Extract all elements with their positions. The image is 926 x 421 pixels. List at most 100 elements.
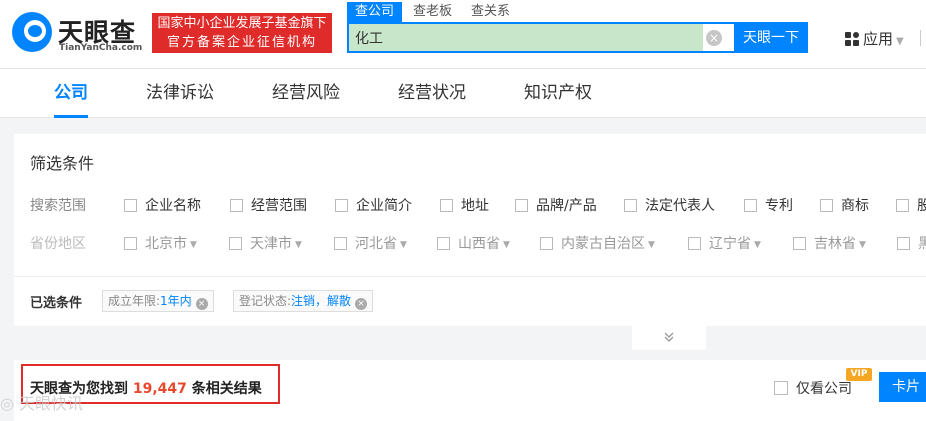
scope-option[interactable]: 专利 [744, 195, 793, 215]
chevron-down-icon: ▼ [896, 36, 904, 47]
tab-ip[interactable]: 知识产权 [524, 69, 592, 118]
checkbox[interactable] [774, 381, 788, 395]
region-option[interactable]: 山西省 ▼ [437, 233, 510, 253]
checkbox[interactable] [744, 199, 757, 212]
clear-icon[interactable]: × [706, 30, 722, 46]
scope-option-label: 股 [917, 198, 926, 214]
close-icon[interactable]: × [355, 298, 368, 310]
region-option[interactable]: 黑 [897, 233, 926, 253]
region-option[interactable]: 内蒙古自治区 ▼ [540, 233, 655, 253]
apps-label: 应用 [863, 30, 894, 48]
caret-down-icon: ▼ [503, 240, 510, 250]
tab-search-relation[interactable]: 查关系 [471, 2, 510, 22]
chip-key: 登记状态: [239, 294, 292, 308]
logo-subtext: TianYanCha.com [59, 43, 143, 53]
caret-down-icon: ▼ [190, 240, 197, 250]
scope-option-label: 企业简介 [356, 198, 412, 214]
scope-option[interactable]: 法定代表人 [624, 195, 715, 215]
checkbox[interactable] [793, 237, 806, 250]
checkbox[interactable] [124, 199, 137, 212]
checkbox[interactable] [896, 199, 909, 212]
checkbox[interactable] [124, 237, 137, 250]
chip-value: 1年内 [160, 294, 192, 308]
checkbox[interactable] [540, 237, 553, 250]
region-option[interactable]: 河北省 ▼ [334, 233, 407, 253]
scope-option[interactable]: 经营范围 [230, 195, 307, 215]
region-option-label: 内蒙古自治区 [561, 236, 645, 252]
checkbox[interactable] [688, 237, 701, 250]
scope-option-label: 品牌/产品 [536, 198, 597, 214]
region-option-label: 天津市 [250, 236, 292, 252]
only-company-label: 仅看公司 [796, 381, 852, 397]
card-view-button[interactable]: 卡片 [879, 372, 926, 402]
scope-option-label: 法定代表人 [645, 198, 715, 214]
only-company-toggle[interactable]: 仅看公司 [774, 378, 852, 398]
watermark-logo-icon: ◎ [0, 394, 20, 413]
scope-option[interactable]: 地址 [440, 195, 489, 215]
scope-option[interactable]: 股 [896, 195, 926, 215]
scope-label: 搜索范围 [30, 198, 86, 214]
caret-down-icon: ▼ [754, 240, 761, 250]
search-input[interactable] [349, 24, 703, 51]
caret-down-icon: ▼ [295, 240, 302, 250]
results-bar: 天眼查为您找到 19,447 条相关结果 仅看公司 VIP 卡片 [14, 360, 926, 421]
gov-badge-line2: 官方备案企业征信机构 [166, 35, 317, 50]
expand-filters-button[interactable] [632, 326, 706, 350]
region-option-label: 黑 [918, 236, 926, 252]
checkbox[interactable] [624, 199, 637, 212]
checkbox[interactable] [897, 237, 910, 250]
region-option-label: 山西省 [458, 236, 500, 252]
checkbox[interactable] [437, 237, 450, 250]
region-option-label: 北京市 [145, 236, 187, 252]
region-option[interactable]: 天津市 ▼ [229, 233, 302, 253]
scope-option-label: 地址 [461, 198, 489, 214]
tab-company[interactable]: 公司 [54, 69, 88, 118]
region-option[interactable]: 吉林省 ▼ [793, 233, 866, 253]
filter-divider [14, 276, 926, 277]
region-option-label: 辽宁省 [709, 236, 751, 252]
scope-option[interactable]: 品牌/产品 [515, 195, 597, 215]
checkbox[interactable] [334, 237, 347, 250]
tab-operation[interactable]: 经营状况 [398, 69, 466, 118]
filter-panel: 筛选条件 搜索范围 企业名称 经营范围 企业简介 地址 品牌/产品 法定代表人 … [14, 134, 926, 326]
tab-risk[interactable]: 经营风险 [272, 69, 340, 118]
filter-chip-status[interactable]: 登记状态:注销，解散 × [233, 290, 374, 312]
region-option[interactable]: 辽宁省 ▼ [688, 233, 761, 253]
checkbox[interactable] [820, 199, 833, 212]
checkbox[interactable] [515, 199, 528, 212]
region-label: 省份地区 [30, 236, 86, 252]
apps-menu[interactable]: 应用 ▼ [845, 28, 904, 49]
double-chevron-down-icon [664, 332, 674, 342]
gov-badge-line1: 国家中小企业发展子基金旗下 [157, 16, 327, 31]
watermark-text: 天眼快讯 [19, 394, 84, 413]
result-count: 19,447 [132, 381, 187, 397]
close-icon[interactable]: × [195, 298, 208, 310]
watermark: ◎ 天眼快讯 [0, 390, 83, 414]
search-button[interactable]: 天眼一下 [734, 22, 808, 53]
tab-search-company[interactable]: 查公司 [347, 2, 403, 22]
checkbox[interactable] [230, 199, 243, 212]
eye-logo-icon [12, 12, 52, 52]
checkbox[interactable] [440, 199, 453, 212]
scope-option[interactable]: 商标 [820, 195, 869, 215]
scope-option-label: 经营范围 [251, 198, 307, 214]
scope-option[interactable]: 企业名称 [124, 195, 201, 215]
tab-legal[interactable]: 法律诉讼 [146, 69, 214, 118]
selected-conditions-label: 已选条件 [30, 296, 83, 311]
scope-option[interactable]: 企业简介 [335, 195, 412, 215]
checkbox[interactable] [335, 199, 348, 212]
chip-value: 注销，解散 [291, 294, 352, 308]
region-option-label: 吉林省 [814, 236, 856, 252]
tianyancha-logo[interactable]: 天眼查 TianYanCha.com [12, 12, 146, 53]
checkbox[interactable] [229, 237, 242, 250]
region-option[interactable]: 北京市 ▼ [124, 233, 197, 253]
scope-option-label: 商标 [841, 198, 869, 214]
top-header: 天眼查 TianYanCha.com 国家中小企业发展子基金旗下 官方备案企业征… [0, 0, 926, 68]
region-option-label: 河北省 [355, 236, 397, 252]
filter-chip-established[interactable]: 成立年限:1年内 × [102, 290, 214, 312]
header-divider [920, 30, 926, 46]
tab-search-boss[interactable]: 查老板 [413, 2, 452, 22]
caret-down-icon: ▼ [859, 240, 866, 250]
gov-badge[interactable]: 国家中小企业发展子基金旗下 官方备案企业征信机构 [152, 13, 332, 53]
search-box: × 天眼一下 [347, 22, 808, 53]
